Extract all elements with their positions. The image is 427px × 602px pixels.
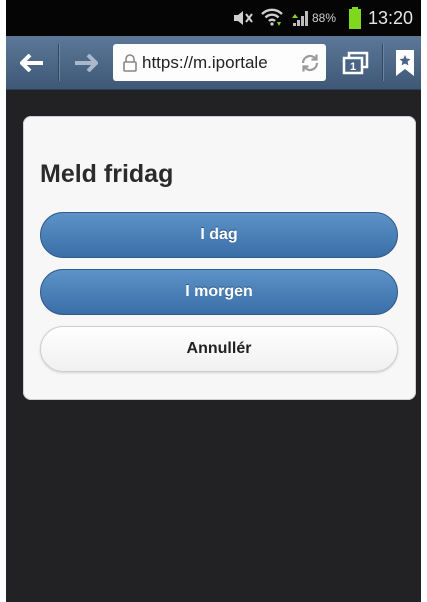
wifi-icon	[261, 0, 283, 36]
url-text[interactable]: https://m.iportale	[142, 53, 292, 73]
bookmark-icon	[396, 49, 414, 76]
forward-button[interactable]	[66, 36, 106, 89]
forward-arrow-icon	[75, 53, 98, 72]
device-screen: 88% 13:20 https://m.iportale 1 Meld frid…	[6, 0, 421, 602]
url-bar[interactable]: https://m.iportale	[113, 44, 326, 81]
clock: 13:20	[368, 7, 414, 28]
back-arrow-icon	[20, 53, 43, 72]
back-button[interactable]	[12, 36, 52, 89]
status-bar: 88% 13:20	[6, 0, 421, 36]
meld-fridag-dialog: Meld fridag I dag I morgen Annullér	[23, 116, 416, 400]
dialog-title: Meld fridag	[40, 160, 174, 188]
tabs-button[interactable]: 1	[336, 36, 376, 89]
today-button[interactable]: I dag	[40, 212, 398, 258]
cancel-button[interactable]: Annullér	[40, 326, 398, 372]
toolbar-divider	[58, 44, 60, 81]
toolbar-divider	[382, 44, 384, 81]
bookmark-button[interactable]	[389, 36, 421, 89]
tomorrow-button[interactable]: I morgen	[40, 269, 398, 315]
tab-count: 1	[350, 61, 356, 73]
browser-toolbar: https://m.iportale 1	[6, 36, 421, 90]
signal-icon	[291, 0, 311, 36]
lock-icon	[121, 53, 139, 73]
mute-icon	[232, 0, 254, 36]
refresh-icon[interactable]	[299, 52, 321, 79]
tabs-icon: 1	[342, 51, 369, 74]
battery-icon	[348, 0, 362, 36]
battery-percent: 88%	[312, 11, 337, 25]
